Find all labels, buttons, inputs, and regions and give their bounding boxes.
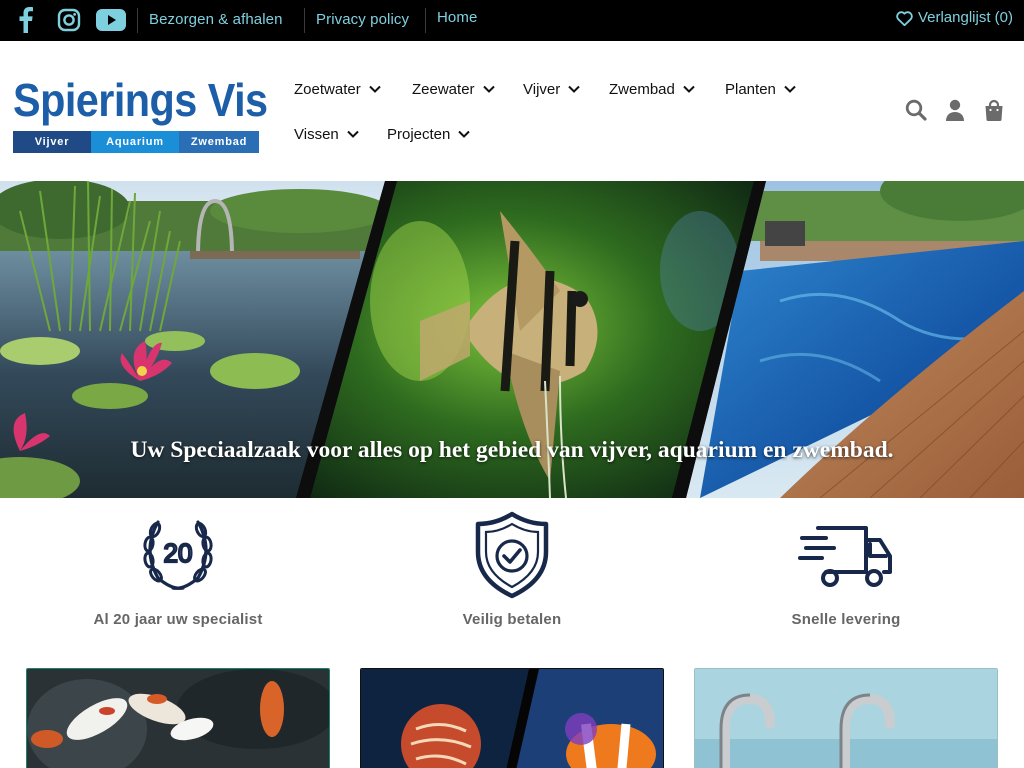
nav-item-vijver[interactable]: Vijver: [523, 77, 580, 101]
nav-item-vissen[interactable]: Vissen: [294, 122, 359, 146]
nav-item-label: Projecten: [387, 125, 451, 143]
link-bezorgen-afhalen[interactable]: Bezorgen & afhalen: [149, 0, 283, 41]
usp-label: Veilig betalen: [462, 611, 562, 628]
usp-20-years: 20 Al 20 jaar uw specialist: [78, 510, 278, 628]
facebook-icon[interactable]: [14, 6, 38, 34]
wishlist-label: Verlanglijst (0): [917, 9, 1013, 26]
chevron-down-icon: [784, 85, 796, 93]
nav-item-planten[interactable]: Planten: [725, 77, 796, 101]
logo-band: Vijver Aquarium Zwembad: [13, 131, 259, 153]
divider: [304, 8, 305, 33]
category-card-zwembad[interactable]: [694, 668, 998, 768]
instagram-icon[interactable]: [55, 6, 83, 34]
chevron-down-icon: [347, 130, 359, 138]
divider: [137, 8, 138, 33]
link-privacy-policy[interactable]: Privacy policy: [316, 0, 409, 41]
category-card-aquarium[interactable]: [360, 668, 664, 768]
usp-label: Al 20 jaar uw specialist: [93, 611, 263, 628]
chevron-down-icon: [482, 85, 495, 93]
nav-item-label: Vissen: [294, 125, 339, 143]
laurel-20-icon: 20: [143, 520, 213, 590]
usp-fast-delivery: Snelle levering: [746, 510, 946, 628]
chevron-down-icon: [368, 85, 381, 93]
delivery-truck-icon: [798, 526, 892, 587]
tropical-fish-image: [361, 669, 663, 768]
account-icon[interactable]: [943, 98, 967, 122]
top-bar: Bezorgen & afhalen Privacy policy Home V…: [0, 0, 1024, 41]
category-card-vijver[interactable]: [26, 668, 330, 768]
heart-icon: [896, 10, 913, 26]
nav-item-label: Vijver: [523, 80, 561, 98]
shield-check-icon: [475, 511, 549, 599]
usp-label: Snelle levering: [791, 611, 901, 628]
logo-wordmark: Spierings Vis: [13, 74, 268, 126]
logo-band-zwembad: Zwembad: [179, 131, 259, 153]
chevron-down-icon: [568, 85, 580, 93]
nav-item-projecten[interactable]: Projecten: [387, 122, 471, 146]
hero-banner: Uw Speciaalzaak voor alles op het gebied…: [0, 181, 1024, 498]
nav-item-label: Planten: [725, 80, 776, 98]
koi-image: [27, 669, 329, 768]
site-logo[interactable]: Spierings Vis Vijver Aquarium Zwembad: [13, 74, 268, 157]
nav-item-zwembad[interactable]: Zwembad: [609, 77, 695, 101]
logo-band-aquarium: Aquarium: [91, 131, 179, 153]
site-header: Spierings Vis Vijver Aquarium Zwembad Zo…: [0, 41, 1024, 181]
logo-band-vijver: Vijver: [13, 131, 91, 153]
link-home[interactable]: Home: [437, 0, 477, 39]
svg-text:20: 20: [164, 538, 193, 568]
pool-ladder-image: [695, 669, 997, 768]
wishlist-link[interactable]: Verlanglijst (0): [896, 0, 1013, 36]
nav-item-zeewater[interactable]: Zeewater: [412, 77, 495, 101]
hero-tagline: Uw Speciaalzaak voor alles op het gebied…: [130, 437, 894, 463]
divider: [425, 8, 426, 33]
chevron-down-icon: [458, 130, 471, 138]
search-icon[interactable]: [904, 98, 928, 122]
usp-secure-payment: Veilig betalen: [412, 510, 612, 628]
youtube-icon[interactable]: [96, 6, 126, 34]
nav-item-label: Zeewater: [412, 80, 475, 98]
nav-item-zoetwater[interactable]: Zoetwater: [294, 77, 381, 101]
nav-item-label: Zwembad: [609, 80, 675, 98]
nav-item-label: Zoetwater: [294, 80, 361, 98]
chevron-down-icon: [683, 85, 695, 93]
cart-icon[interactable]: [982, 98, 1006, 122]
